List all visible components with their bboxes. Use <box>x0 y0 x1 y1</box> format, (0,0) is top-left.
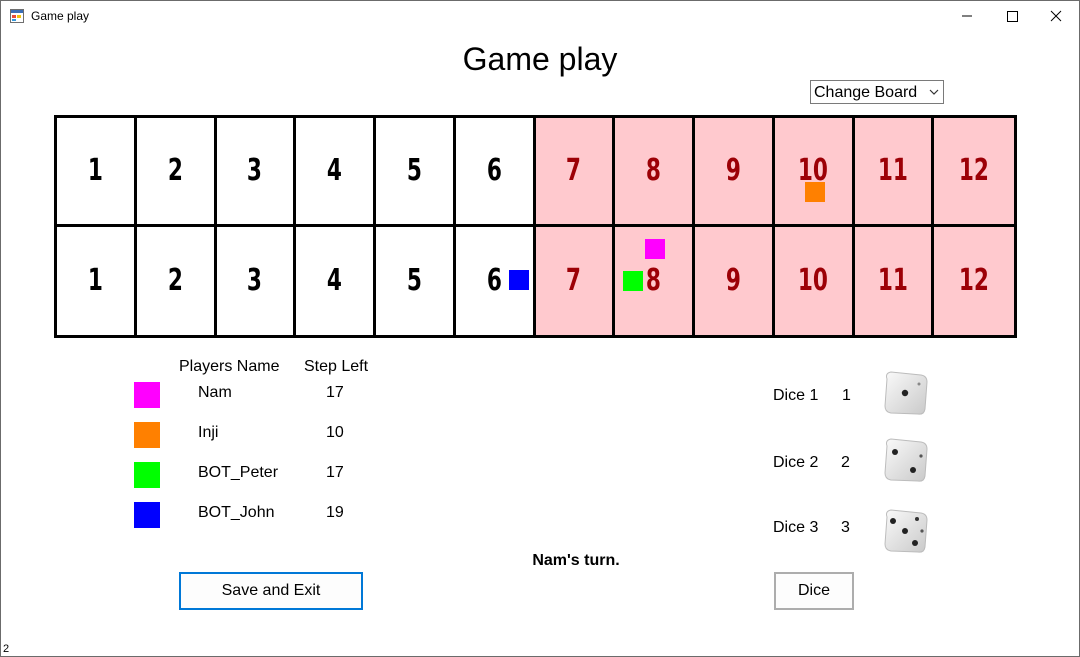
board-cell-number: 12 <box>959 263 990 299</box>
board-cell-number: 7 <box>566 263 582 299</box>
board-cell-number: 4 <box>327 263 343 299</box>
dice-label: Dice 2 <box>773 454 819 471</box>
board-cell-number: 2 <box>167 153 183 189</box>
dice-value: 3 <box>841 519 850 536</box>
app-icon <box>10 9 24 23</box>
player-token <box>804 182 825 202</box>
roll-dice-button[interactable]: Dice <box>774 572 854 610</box>
board-cell: 11 <box>854 118 935 227</box>
board-cell-number: 10 <box>798 263 829 299</box>
turn-indicator: Nam's turn. <box>532 552 620 569</box>
board-cell-number: 5 <box>406 153 422 189</box>
player-token <box>645 238 666 259</box>
player-name: BOT_John <box>198 504 275 521</box>
player-name: BOT_Peter <box>198 464 279 481</box>
player-token <box>623 270 644 291</box>
board-cell: 3 <box>216 118 297 227</box>
maximize-icon <box>1007 11 1018 22</box>
minimize-icon <box>962 15 972 17</box>
window-title: Game play <box>31 9 90 23</box>
board-cell: 9 <box>695 226 775 335</box>
player-color-swatch <box>134 502 160 528</box>
board-cell-number: 4 <box>327 153 343 189</box>
board-cell-number: 9 <box>725 153 741 189</box>
dice-label: Dice 1 <box>773 387 819 404</box>
maximize-button[interactable] <box>989 1 1035 31</box>
player-color-swatch <box>134 462 160 488</box>
page-title: Game play <box>462 41 618 77</box>
board-cell: 10 <box>774 226 855 335</box>
board-cell: 1 <box>57 226 137 335</box>
board-cell-number: 1 <box>87 153 103 189</box>
board-cell-number: 8 <box>646 263 662 299</box>
board-cell: 1 <box>57 118 137 227</box>
die-icon <box>884 371 928 415</box>
board-cell-number: 3 <box>247 263 263 299</box>
game-window: Game play Game play Change Board 1234567… <box>0 0 1080 657</box>
board-cell: 7 <box>535 118 616 227</box>
close-icon <box>1050 10 1062 22</box>
change-board-value: Change Board <box>814 84 918 101</box>
board-cell: 12 <box>934 226 1014 335</box>
save-and-exit-label: Save and Exit <box>221 582 321 599</box>
board-cell-number: 6 <box>486 263 502 299</box>
player-steps: 10 <box>326 424 344 441</box>
player-steps: 17 <box>326 464 344 481</box>
board-cell: 2 <box>137 226 217 335</box>
board-cell-number: 12 <box>959 153 990 189</box>
board-cell: 8 <box>615 118 695 227</box>
board-cell-number: 11 <box>877 153 908 189</box>
title-bar: Game play <box>1 1 1079 31</box>
board-cell: 5 <box>376 118 456 227</box>
dice-value: 1 <box>842 387 851 404</box>
board-cell: 10 <box>774 118 855 227</box>
dice-value: 2 <box>841 454 850 471</box>
die-icon <box>884 438 928 482</box>
board-cell: 6 <box>455 118 536 227</box>
board-cell: 8 <box>615 226 695 335</box>
board-cell-number: 1 <box>87 263 103 299</box>
board-cell: 4 <box>296 118 376 227</box>
board-cell-number: 8 <box>646 153 662 189</box>
player-steps: 17 <box>326 384 344 401</box>
player-color-swatch <box>134 382 160 408</box>
board-cell: 2 <box>136 118 217 227</box>
board-cell: 11 <box>854 226 935 335</box>
board-cell: 7 <box>535 226 616 335</box>
player-steps: 19 <box>326 504 344 521</box>
player-color-swatch <box>134 422 160 448</box>
board-cell-number: 6 <box>486 153 502 189</box>
roll-dice-label: Dice <box>797 582 830 599</box>
board-cell: 12 <box>934 118 1014 227</box>
board-cell-number: 2 <box>167 263 183 299</box>
board-cell-number: 5 <box>406 263 422 299</box>
board-cell: 4 <box>296 226 376 335</box>
close-button[interactable] <box>1034 1 1080 31</box>
player-token <box>508 269 529 290</box>
game-board: 1 2 3 4 5 6 7 8 9 10 11 12 1 2 3 4 5 6 7 8 9 10 11 12 <box>54 115 1017 338</box>
minimize-button[interactable] <box>944 1 990 31</box>
board-cell: 9 <box>695 118 775 227</box>
board-cell: 5 <box>376 226 456 335</box>
board-cell-number: 7 <box>566 153 582 189</box>
dice-label: Dice 3 <box>773 519 819 536</box>
board-cell-number: 11 <box>877 263 908 299</box>
players-name-header: Players Name <box>179 358 280 375</box>
status-label: 2 <box>3 643 10 655</box>
board-cell: 3 <box>217 226 297 335</box>
player-name: Inji <box>198 424 219 441</box>
die-icon <box>884 509 928 553</box>
player-name: Nam <box>198 384 232 401</box>
change-board-select[interactable]: Change Board <box>810 80 944 104</box>
board-cell: 6 <box>456 226 536 335</box>
board-cell-number: 9 <box>725 263 741 299</box>
chevron-down-icon <box>929 89 939 95</box>
board-cell-number: 3 <box>247 153 263 189</box>
step-left-header: Step Left <box>304 358 369 375</box>
save-and-exit-button[interactable]: Save and Exit <box>179 572 363 610</box>
